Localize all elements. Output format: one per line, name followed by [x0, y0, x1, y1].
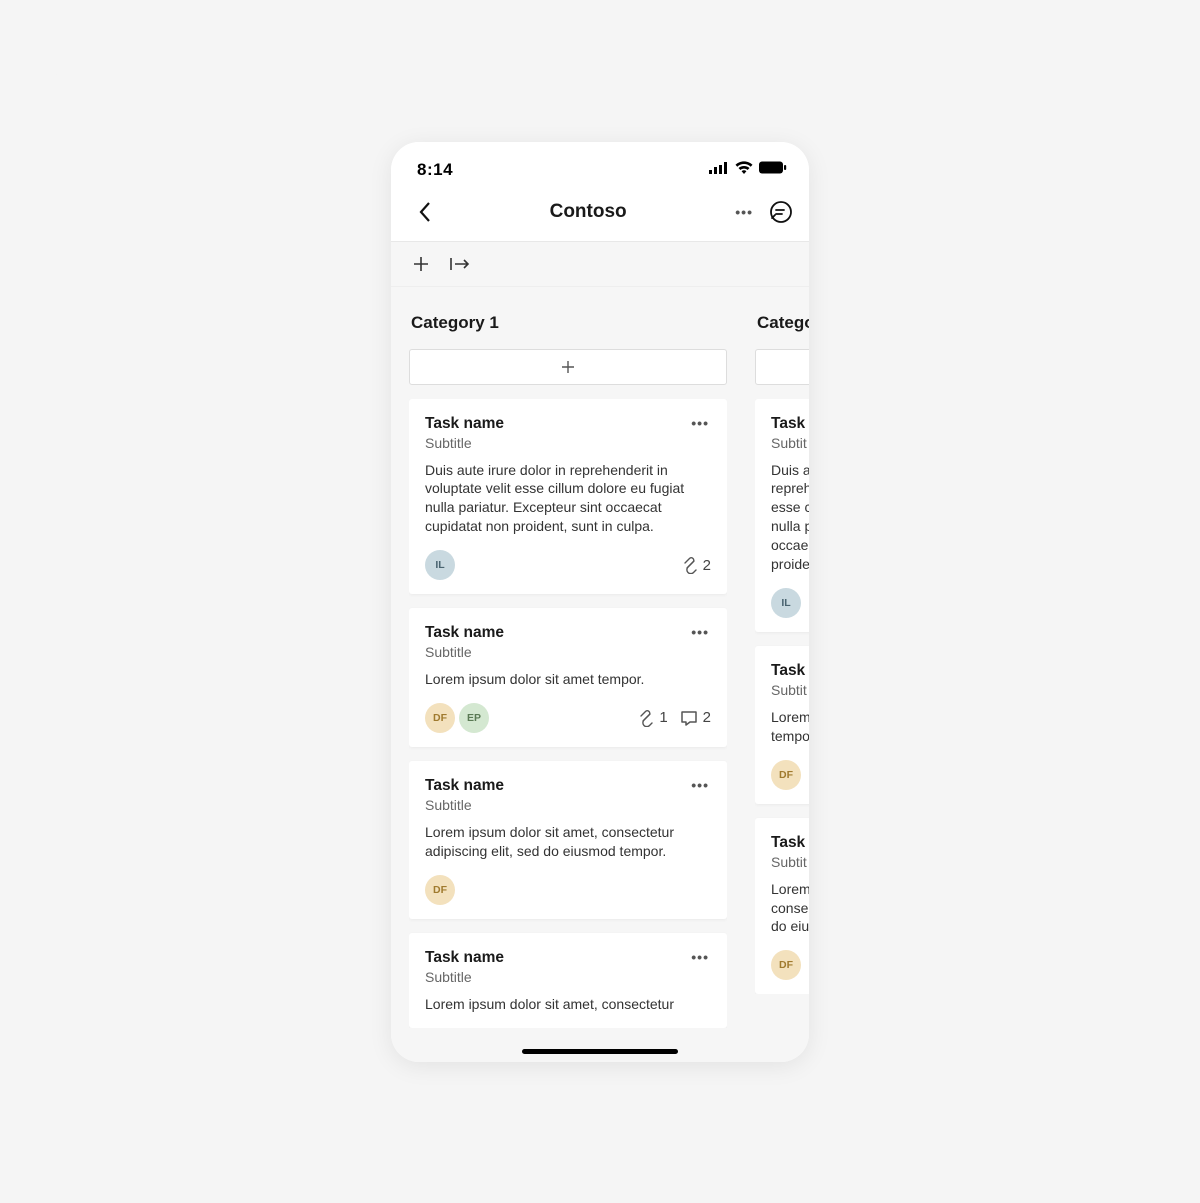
status-bar: 8:14 — [391, 142, 809, 190]
wifi-icon — [735, 161, 753, 179]
task-desc: Lorem tempo — [771, 708, 809, 746]
avatar: DF — [425, 703, 455, 733]
board-column: Category 1 Task name Subtitle ••• Du — [409, 309, 727, 1062]
add-card-button[interactable] — [409, 349, 727, 385]
add-button[interactable] — [411, 254, 431, 274]
task-card[interactable]: Task name Subtitle ••• Lorem ipsum dolor… — [409, 761, 727, 919]
task-desc: Lorem ipsum dolor sit amet tempor. — [425, 670, 711, 689]
task-title: Task — [771, 834, 809, 852]
task-card[interactable]: Task name Subtitle ••• Lorem ipsum dolor… — [409, 608, 727, 747]
card-more-button[interactable]: ••• — [689, 777, 711, 793]
plus-icon — [560, 359, 576, 375]
status-icons — [709, 161, 787, 179]
column-title: Category 1 — [409, 309, 727, 349]
attachments-count: 2 — [682, 556, 711, 574]
column-title: Catego — [755, 309, 809, 349]
task-card[interactable]: Task Subtit Duis a reprehe esse c nulla … — [755, 399, 809, 632]
battery-icon — [759, 161, 787, 179]
more-button[interactable]: ••• — [733, 204, 755, 220]
task-subtitle: Subtit — [771, 435, 809, 451]
nav-bar: Contoso ••• — [391, 190, 809, 242]
task-desc: Duis aute irure dolor in reprehenderit i… — [425, 461, 711, 537]
avatar: EP — [459, 703, 489, 733]
home-indicator — [522, 1049, 678, 1054]
phone-mockup: 8:14 Contoso ••• — [391, 142, 809, 1062]
task-card[interactable]: Task Subtit Lorem conse do eiu DF — [755, 818, 809, 995]
avatar: DF — [771, 950, 801, 980]
task-desc: Lorem conse do eiu — [771, 880, 809, 937]
expand-button[interactable] — [449, 254, 471, 274]
status-time: 8:14 — [417, 160, 453, 180]
task-subtitle: Subtit — [771, 854, 809, 870]
task-title: Task name — [425, 949, 504, 967]
task-subtitle: Subtitle — [425, 435, 504, 451]
chat-button[interactable] — [769, 200, 793, 224]
card-more-button[interactable]: ••• — [689, 415, 711, 431]
board-column: Catego Task Subtit Duis a reprehe esse c… — [755, 309, 809, 1062]
task-title: Task name — [425, 415, 504, 433]
task-subtitle: Subtitle — [425, 644, 504, 660]
toolbar — [391, 242, 809, 287]
comment-icon — [680, 709, 698, 727]
task-desc: Lorem ipsum dolor sit amet, consectetur … — [425, 823, 711, 861]
paperclip-icon — [638, 709, 654, 727]
page-title: Contoso — [443, 201, 733, 223]
add-card-button[interactable] — [755, 349, 809, 385]
avatar: DF — [425, 875, 455, 905]
cellular-icon — [709, 161, 729, 179]
task-title: Task — [771, 662, 809, 680]
card-more-button[interactable]: ••• — [689, 949, 711, 965]
avatar: DF — [771, 760, 801, 790]
task-subtitle: Subtitle — [425, 969, 504, 985]
avatar: IL — [771, 588, 801, 618]
task-title: Task — [771, 415, 809, 433]
back-button[interactable] — [407, 201, 443, 223]
avatar: IL — [425, 550, 455, 580]
attachments-count: 1 — [638, 709, 667, 727]
task-desc: Duis a reprehe esse c nulla p occaec pro… — [771, 461, 809, 574]
task-desc: Lorem ipsum dolor sit amet, consectetur — [425, 995, 711, 1014]
task-title: Task name — [425, 777, 504, 795]
board[interactable]: Category 1 Task name Subtitle ••• Du — [391, 287, 809, 1062]
task-card[interactable]: Task name Subtitle ••• Lorem ipsum dolor… — [409, 933, 727, 1028]
comments-count: 2 — [680, 709, 711, 727]
task-subtitle: Subtit — [771, 682, 809, 698]
task-card[interactable]: Task name Subtitle ••• Duis aute irure d… — [409, 399, 727, 595]
card-more-button[interactable]: ••• — [689, 624, 711, 640]
paperclip-icon — [682, 556, 698, 574]
task-card[interactable]: Task Subtit Lorem tempo DF — [755, 646, 809, 804]
task-title: Task name — [425, 624, 504, 642]
task-subtitle: Subtitle — [425, 797, 504, 813]
